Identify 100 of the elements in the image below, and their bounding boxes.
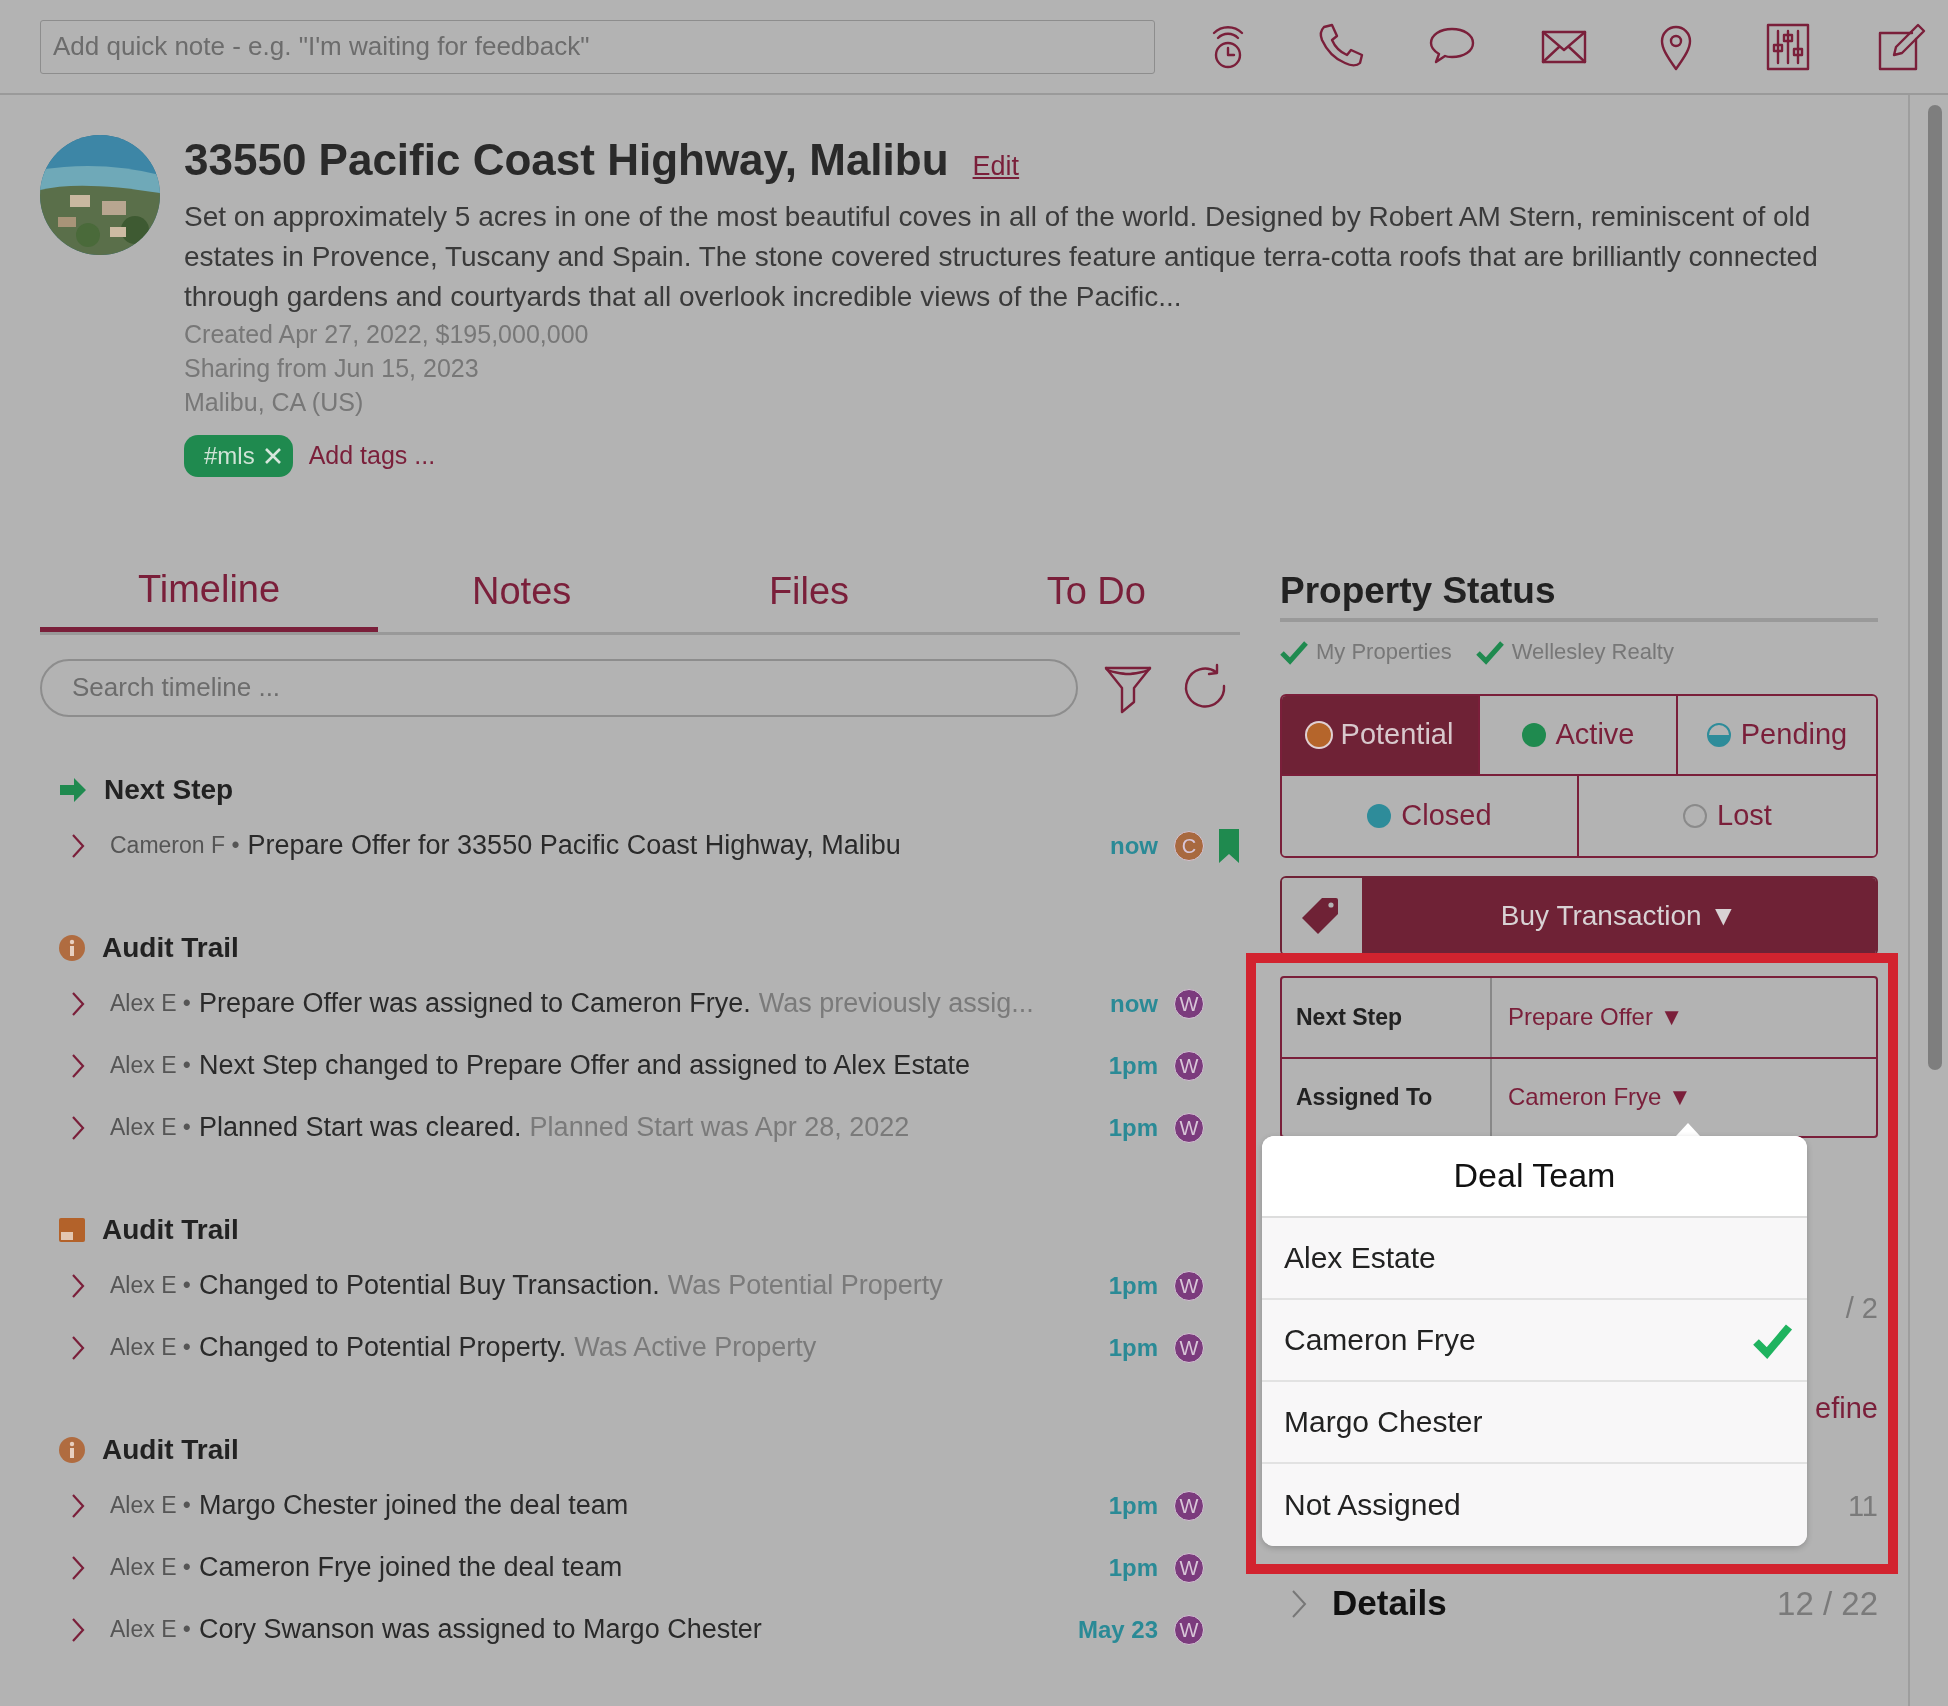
scrollbar-thumb[interactable] xyxy=(1928,105,1942,1070)
entry-time: May 23 xyxy=(1077,1614,1158,1645)
chevron-right-icon[interactable] xyxy=(70,1334,86,1361)
team-member-option[interactable]: Cameron Frye xyxy=(1262,1299,1807,1382)
entry-time: now xyxy=(1110,988,1158,1019)
info-icon xyxy=(58,1435,86,1464)
chevron-right-icon[interactable] xyxy=(70,832,86,859)
user-avatar: W xyxy=(1174,1332,1204,1363)
entry-time: now xyxy=(1110,830,1158,861)
tab[interactable]: To Do xyxy=(952,551,1240,632)
chevron-right-icon[interactable] xyxy=(70,990,86,1017)
entry-time: 1pm xyxy=(1108,1112,1158,1143)
quick-note-field[interactable]: Add quick note - e.g. "I'm waiting for feedback" xyxy=(40,19,1155,74)
status-label: Closed xyxy=(1401,797,1492,833)
close-icon[interactable] xyxy=(262,445,283,466)
entry-text: Planned Start was cleared. xyxy=(198,1111,522,1145)
status-option[interactable]: Pending xyxy=(1678,695,1876,776)
entry-note: Planned Start was Apr 28, 2022 xyxy=(529,1111,910,1145)
entry-text: Next Step changed to Prepare Offer and assigned to Alex Estate xyxy=(198,1049,970,1083)
partial-count: / 2 xyxy=(1845,1290,1878,1326)
field-dropdown[interactable]: Prepare Offer ▼ xyxy=(1508,999,1684,1035)
entry-time: 1pm xyxy=(1108,1490,1158,1521)
entry-author: Alex E • xyxy=(110,1615,191,1645)
entry-text: Prepare Offer was assigned to Cameron Frye. xyxy=(198,987,751,1021)
tab[interactable]: Files xyxy=(665,551,953,632)
status-option[interactable]: Closed xyxy=(1282,775,1579,856)
chevron-right-icon[interactable] xyxy=(70,1492,86,1519)
chevron-right-icon[interactable] xyxy=(70,1616,86,1643)
property-meta: Sharing from Jun 15, 2023 xyxy=(184,352,480,384)
popover-title: Deal Team xyxy=(1453,1155,1616,1196)
chevron-right-icon[interactable] xyxy=(70,1052,86,1079)
chevron-right-icon[interactable] xyxy=(70,1554,86,1581)
status-option[interactable]: Potential xyxy=(1282,695,1480,776)
entry-text: Cory Swanson was assigned to Margo Chester xyxy=(198,1613,762,1647)
partial-count: 11 xyxy=(1847,1488,1878,1524)
card-icon xyxy=(58,1216,86,1243)
user-avatar: C xyxy=(1174,830,1204,861)
user-avatar: W xyxy=(1174,1614,1204,1645)
entry-author: Alex E • xyxy=(110,1271,191,1301)
entry-author: Cameron F • xyxy=(110,831,240,861)
entry-text: Cameron Frye joined the deal team xyxy=(198,1551,623,1585)
entry-author: Alex E • xyxy=(110,1333,191,1363)
section-title: Details xyxy=(1332,1582,1447,1625)
list-label: Wellesley Realty xyxy=(1511,638,1674,666)
entry-author: Alex E • xyxy=(110,1553,191,1583)
info-icon xyxy=(58,933,86,962)
tab[interactable]: Timeline xyxy=(40,551,378,632)
user-avatar: W xyxy=(1174,1490,1204,1521)
entry-note: Was Potential Property xyxy=(667,1269,943,1303)
chevron-right-icon[interactable] xyxy=(70,1114,86,1141)
team-member-option[interactable]: Alex Estate xyxy=(1262,1217,1807,1300)
entry-text: Margo Chester joined the deal team xyxy=(198,1489,629,1523)
entry-time: 1pm xyxy=(1108,1332,1158,1363)
search-field[interactable]: Search timeline ... xyxy=(40,658,1078,717)
section-title: Audit Trail xyxy=(102,1212,239,1247)
tag-label: #mls xyxy=(204,440,255,471)
section-title: Audit Trail xyxy=(102,1432,239,1467)
arrow-right-icon xyxy=(58,775,88,804)
field-dropdown[interactable]: Cameron Frye ▼ xyxy=(1508,1079,1692,1115)
user-avatar: W xyxy=(1174,988,1204,1019)
property-meta: Created Apr 27, 2022, $195,000,000 xyxy=(184,318,590,350)
entry-text: Changed to Potential Buy Transaction. xyxy=(198,1269,660,1303)
edit-link[interactable]: Edit xyxy=(972,146,1020,187)
status-label: Potential xyxy=(1340,716,1454,752)
entry-time: 1pm xyxy=(1108,1552,1158,1583)
add-tags-link[interactable]: Add tags ... xyxy=(308,436,436,475)
property-description: Set on approximately 5 acres in one of the most beautiful coves in all of the world. Designed by Robert AM Stern, reminiscent of old estates in Provence, Tuscany and Spain. The stone covered structures feature antique terra-cotta roofs that are brilliantly connected through gardens and courtyards that all overlook incredible views of the Pacific... xyxy=(184,199,1819,314)
entry-time: 1pm xyxy=(1108,1050,1158,1081)
entry-note: Was previously assig... xyxy=(758,987,1034,1021)
user-avatar: W xyxy=(1174,1270,1204,1301)
entry-text: Changed to Potential Property. xyxy=(198,1331,567,1365)
user-avatar: W xyxy=(1174,1552,1204,1583)
section-count: 12 / 22 xyxy=(1777,1583,1878,1624)
status-option[interactable]: Active xyxy=(1480,695,1678,776)
status-label: Lost xyxy=(1717,797,1772,833)
user-avatar: W xyxy=(1174,1050,1204,1081)
list-label: My Properties xyxy=(1316,638,1452,666)
chevron-right-icon[interactable] xyxy=(70,1272,86,1299)
entry-author: Alex E • xyxy=(110,989,191,1019)
entry-author: Alex E • xyxy=(110,1113,191,1143)
status-label: Active xyxy=(1555,716,1635,752)
entry-author: Alex E • xyxy=(110,1491,191,1521)
entry-note: Was Active Property xyxy=(574,1331,817,1365)
property-title: 33550 Pacific Coast Highway, Malibu xyxy=(184,135,949,185)
entry-author: Alex E • xyxy=(110,1051,191,1081)
team-member-option[interactable]: Margo Chester xyxy=(1262,1381,1807,1464)
partial-link[interactable]: efine xyxy=(1815,1386,1878,1431)
user-avatar: W xyxy=(1174,1112,1204,1143)
section-title: Next Step xyxy=(104,772,234,807)
field-label: Next Step xyxy=(1296,1002,1403,1032)
team-member-option[interactable]: Not Assigned xyxy=(1262,1463,1807,1546)
panel-title: Property Status xyxy=(1280,559,1878,622)
transaction-dropdown[interactable]: Buy Transaction ▼ xyxy=(1362,877,1876,954)
entry-time: 1pm xyxy=(1108,1270,1158,1301)
status-label: Pending xyxy=(1740,716,1848,752)
property-meta: Malibu, CA (US) xyxy=(184,386,365,418)
section-title: Audit Trail xyxy=(102,930,239,965)
field-label: Assigned To xyxy=(1296,1082,1433,1112)
entry-text: Prepare Offer for 33550 Pacific Coast Highway, Malibu xyxy=(247,829,901,863)
tab[interactable]: Notes xyxy=(378,551,666,632)
